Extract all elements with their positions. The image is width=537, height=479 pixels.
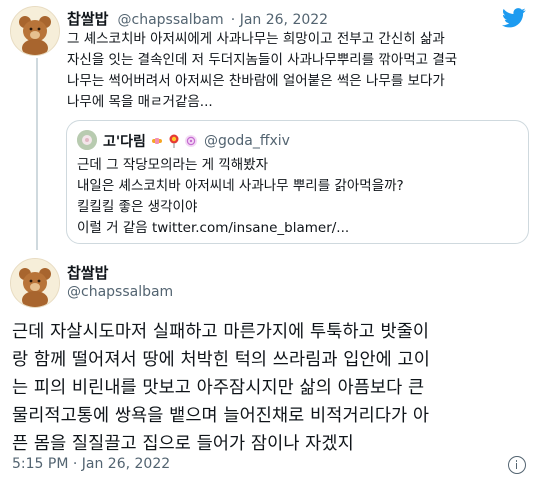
text-line: 나무에 목을 매ㄹ거같음...: [67, 94, 213, 110]
quoted-user-handle: @goda_ffxiv: [203, 133, 290, 149]
quoted-tweet-card[interactable]: 고'다림 @goda_ffxiv 근데 그 작당모의라는 게 끽해봤자 내일은 …: [66, 120, 529, 244]
avatar[interactable]: [10, 258, 60, 308]
info-icon[interactable]: [508, 456, 526, 474]
text-line: 픈 몸을 질질끌고 집으로 들어가 잠이나 자겠지: [12, 434, 354, 454]
teddy-bear-avatar-image: [11, 7, 59, 55]
text-line: 그 셰스코치바 아저씨에게 사과나무는 희망이고 전부고 간신히 삶과: [67, 31, 445, 47]
display-name[interactable]: 찹쌀밥: [67, 10, 108, 28]
teddy-bear-avatar-image: [11, 259, 59, 307]
display-name[interactable]: 찹쌀밥: [67, 262, 108, 283]
text-line: 이럴 거 같음 twitter.com/insane_blamer/...: [77, 220, 350, 236]
text-line: 랑 함께 떨어져서 땅에 처박힌 턱의 쓰라림과 입안에 고이: [12, 350, 430, 370]
tweet-timestamp[interactable]: 5:15 PM · Jan 26, 2022: [12, 456, 170, 472]
candy-icon: [151, 138, 162, 144]
quoted-display-name: 고'다림: [103, 134, 146, 150]
flower-avatar-image: [77, 130, 97, 150]
avatar[interactable]: [10, 6, 60, 56]
spiral-icon: [184, 135, 197, 147]
text-line: 는 피의 비린내를 맛보고 아주잠시지만 삶의 아픔보다 큰: [12, 378, 425, 398]
tweet-date[interactable]: · Jan 26, 2022: [231, 12, 328, 28]
text-line: 자신을 잇는 결속인데 저 두더지놈들이 사과나무뿌리를 깎아먹고 결국: [67, 52, 458, 68]
emoji-icons: [150, 134, 198, 148]
quoted-tweet-text: 근데 그 작당모의라는 게 끽해봤자 내일은 셰스코치바 아저씨네 사과나무 뿌…: [77, 155, 517, 239]
text-line: 근데 자살시도마저 실패하고 마른가지에 투툭하고 밧줄이: [12, 322, 430, 342]
text-line: 나무는 썩어버려서 아저씨은 찬바람에 얼어붙은 썩은 나무를 보다가: [67, 73, 445, 89]
main-tweet-text: 근데 자살시도마저 실패하고 마른가지에 투툭하고 밧줄이 랑 함께 떨어져서 …: [12, 318, 532, 458]
text-line: 물리적고통에 쌍욕을 뱉으며 늘어진채로 비적거리다가 아: [12, 406, 430, 426]
thread-line: [36, 58, 38, 250]
user-handle[interactable]: @chapssalbam: [118, 12, 224, 28]
user-handle[interactable]: @chapssalbam: [67, 284, 173, 300]
text-line: 내일은 셰스코치바 아저씨네 사과나무 뿌리를 갉아먹을까?: [77, 178, 404, 194]
twitter-bird-icon[interactable]: [502, 8, 526, 28]
text-line: 근데 그 작당모의라는 게 끽해봤자: [77, 157, 269, 173]
text-line: 킬킬킬 좋은 생각이야: [77, 199, 198, 215]
reply-tweet-header: 찹쌀밥 @chapssalbam · Jan 26, 2022: [67, 8, 328, 29]
lollipop-icon: [169, 134, 179, 148]
quoted-avatar: [77, 130, 97, 150]
reply-tweet-text: 그 셰스코치바 아저씨에게 사과나무는 희망이고 전부고 간신히 삶과 자신을 …: [67, 29, 527, 113]
quoted-tweet-header: 고'다림 @goda_ffxiv: [103, 131, 290, 151]
